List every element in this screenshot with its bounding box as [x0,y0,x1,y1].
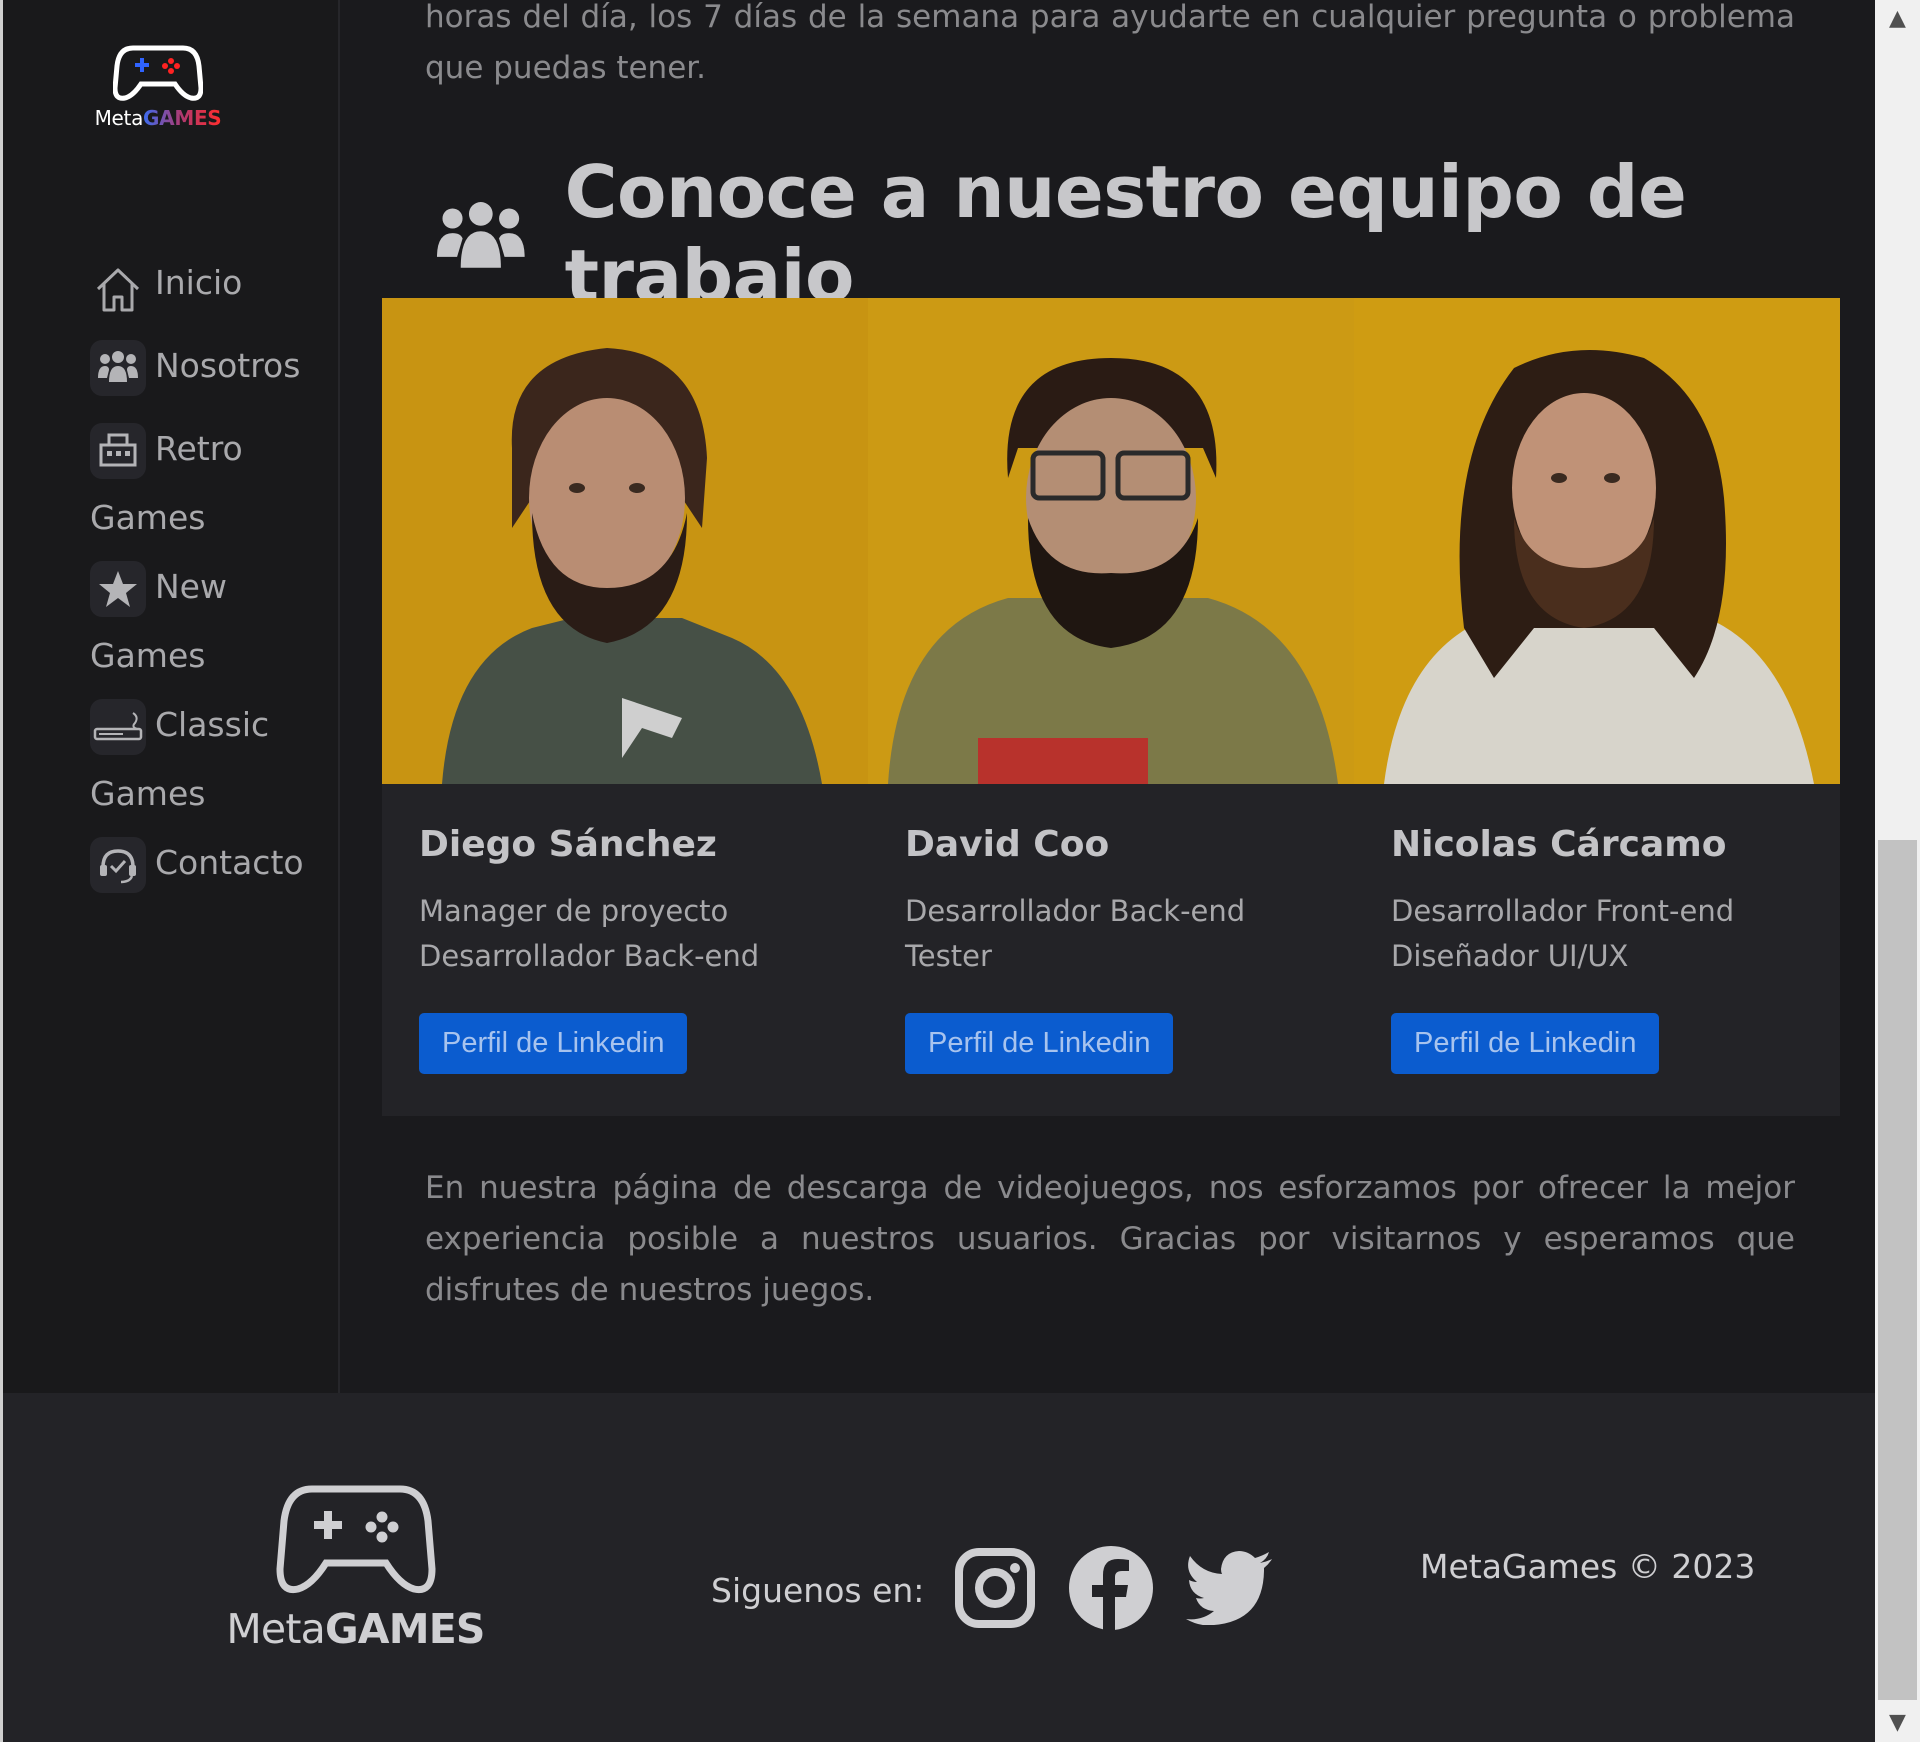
sidebar-nav: Inicio Nosotros Retro Games New Games Cl… [90,248,330,897]
scroll-down-arrow-icon[interactable]: ▼ [1875,1704,1920,1742]
nav-label-inicio: Inicio [155,263,243,302]
main-content: horas del día, los 7 días de la semana p… [342,0,1875,1393]
nav-label-new: New [155,567,227,606]
nav-label-classic: Classic [155,705,270,744]
footer-logo[interactable]: MetaGAMES [223,1481,488,1653]
nav-label-retro-games: Games [90,498,206,537]
linkedin-button[interactable]: Perfil de Linkedin [905,1013,1174,1074]
nav-label-nosotros: Nosotros [155,346,301,385]
team-heading: Conoce a nuestro equipo de trabajo [437,150,1875,318]
nav-item-contacto[interactable]: Contacto [90,828,330,897]
linkedin-button[interactable]: Perfil de Linkedin [419,1013,688,1074]
facebook-icon[interactable] [1068,1545,1154,1635]
member-info-david: David Coo Desarrollador Back-end Tester … [905,824,1345,1074]
member-name: David Coo [905,824,1110,865]
footer-logo-meta: Meta [226,1605,325,1653]
nav-item-retro-games[interactable]: Retro Games [90,414,330,552]
scrollbar-thumb[interactable] [1878,840,1917,1700]
member-name: Diego Sánchez [419,824,717,865]
vertical-scrollbar[interactable]: ▲ ▼ [1875,0,1920,1742]
page: MetaGAMES Inicio Nosotros Retro Games Ne… [0,0,1920,1742]
member-info-diego: Diego Sánchez Manager de proyecto Desarr… [419,824,859,1074]
member-role: Diseñador UI/UX [1391,939,1629,973]
member-photo-david [868,298,1354,784]
nav-item-inicio[interactable]: Inicio [90,248,330,317]
star-icon [90,560,146,617]
member-photo-diego [382,298,868,784]
nav-label-new-games: Games [90,636,206,675]
member-photo-nicolas [1354,298,1840,784]
logo-games: GAMES [143,106,222,130]
member-role: Desarrollador Front-end [1391,894,1735,928]
arcade-icon [90,422,146,479]
nav-item-nosotros[interactable]: Nosotros [90,331,330,400]
social-links: Siguenos en: [711,1545,1306,1635]
gamepad-logo-icon [275,1485,436,1594]
sidebar-logo-text: MetaGAMES [83,106,233,130]
nav-item-new-games[interactable]: New Games [90,552,330,690]
nav-label-contacto: Contacto [155,843,304,882]
sidebar-logo[interactable]: MetaGAMES [83,40,233,150]
outro-paragraph: En nuestra página de descarga de videoju… [425,1170,1795,1308]
intro-paragraph: horas del día, los 7 días de la semana p… [425,0,1795,86]
gamepad-logo-icon [113,45,203,101]
follow-label: Siguenos en: [711,1570,925,1610]
nav-item-classic-games[interactable]: Classic Games [90,690,330,828]
twitter-icon[interactable] [1186,1551,1274,1629]
console-icon [90,698,146,755]
team-photos [382,298,1840,784]
page-title: Conoce a nuestro equipo de trabajo [564,150,1687,318]
nav-label-classic-games: Games [90,774,206,813]
footer: MetaGAMES Siguenos en: MetaGames © 2023 [3,1393,1875,1742]
member-role: Manager de proyecto [419,894,729,928]
instagram-icon[interactable] [954,1547,1036,1633]
footer-logo-text: MetaGAMES [223,1605,488,1653]
copyright-text: MetaGames © 2023 [1420,1547,1756,1586]
member-info-nicolas: Nicolas Cárcamo Desarrollador Front-end … [1391,824,1831,1074]
nav-label-retro: Retro [155,429,243,468]
member-role: Tester [905,939,992,973]
logo-meta: Meta [94,106,144,130]
scroll-up-arrow-icon[interactable]: ▲ [1875,0,1920,38]
team-card: Diego Sánchez Manager de proyecto Desarr… [382,298,1840,1116]
member-role: Desarrollador Back-end [419,939,760,973]
linkedin-button[interactable]: Perfil de Linkedin [1391,1013,1660,1074]
footer-logo-games: GAMES [324,1605,486,1653]
member-role: Desarrollador Back-end [905,894,1246,928]
users-icon [90,339,146,396]
member-name: Nicolas Cárcamo [1391,824,1727,865]
home-icon [90,257,146,313]
sidebar: MetaGAMES Inicio Nosotros Retro Games Ne… [3,0,340,1393]
headset-icon [90,836,146,893]
users-icon [437,202,525,268]
